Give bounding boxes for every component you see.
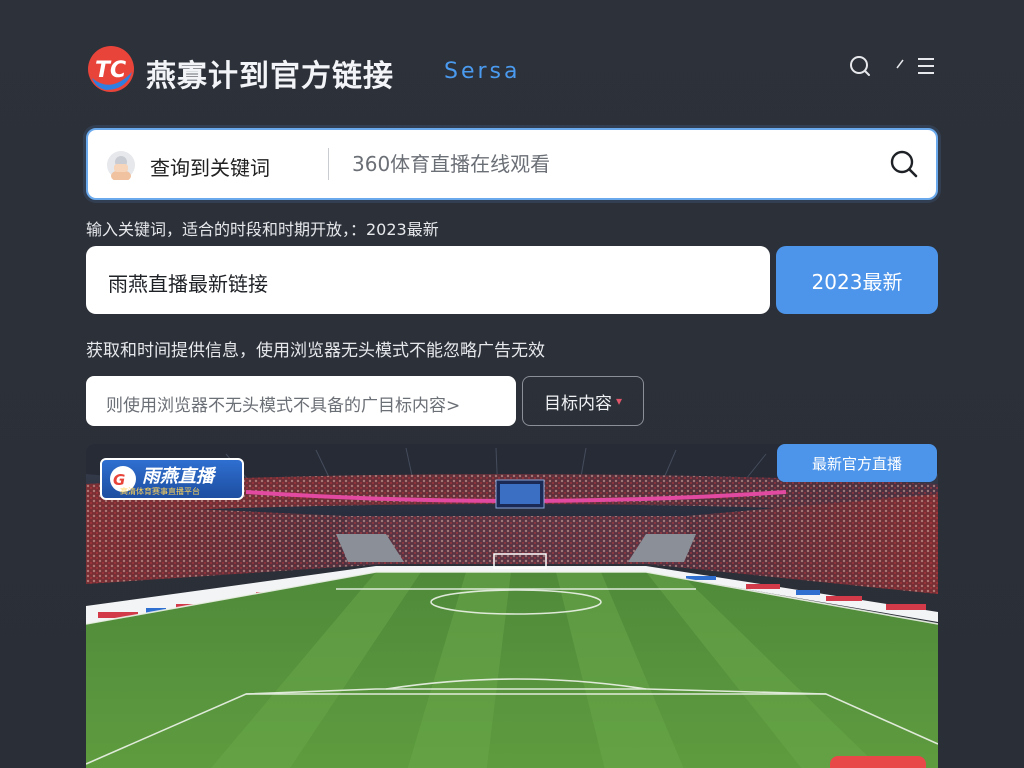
official-live-button[interactable]: 最新官方直播 — [777, 444, 937, 482]
badge-subtitle: 高清体育赛事直播平台 — [120, 487, 200, 496]
red-tab[interactable] — [830, 756, 926, 768]
menu-icon[interactable] — [912, 52, 940, 80]
site-title: 燕寡计到官方链接 — [146, 59, 394, 94]
link-value: 雨燕直播最新链接 — [108, 272, 268, 296]
search-label: 查询到关键词 — [150, 156, 270, 180]
search-hint: 输入关键词，适合的时段和时期开放，：2023最新 — [86, 220, 439, 239]
search-bar: 查询到关键词 — [86, 128, 938, 200]
site-header: TC 燕寡计到官方链接 Sersa — [86, 44, 938, 94]
site-logo[interactable]: TC — [86, 44, 136, 94]
svg-text:TC: TC — [95, 58, 126, 83]
search-input[interactable] — [352, 144, 872, 184]
brand-badge: G 雨燕直播 高清体育赛事直播平台 — [100, 458, 244, 500]
link-field[interactable]: 雨燕直播最新链接 — [86, 246, 770, 314]
info-hint: 获取和时间提供信息，使用浏览器无头模式不能忽略广告无效 — [86, 341, 545, 361]
target-content-select[interactable]: 目标内容 ▾ — [522, 376, 644, 426]
search-icon[interactable] — [846, 52, 874, 80]
avatar-icon — [107, 151, 135, 180]
badge-title: 雨燕直播 — [142, 466, 214, 487]
site-subtitle: Sersa — [444, 59, 521, 84]
edit-icon[interactable] — [886, 52, 914, 80]
filter-input-text: 则使用浏览器不无头模式不具备的广目标内容> — [106, 396, 461, 416]
search-button[interactable] — [886, 146, 922, 182]
latest-button[interactable]: 2023最新 — [776, 246, 938, 314]
page: TC 燕寡计到官方链接 Sersa 查询到关键词 360体育直播在线观看 输入关… — [0, 0, 1024, 768]
filter-input[interactable]: 则使用浏览器不无头模式不具备的广目标内容> — [86, 376, 516, 426]
search-divider — [328, 148, 329, 180]
chevron-down-icon: ▾ — [615, 394, 623, 408]
select-label: 目标内容 — [543, 393, 612, 414]
search-icon — [890, 150, 918, 178]
